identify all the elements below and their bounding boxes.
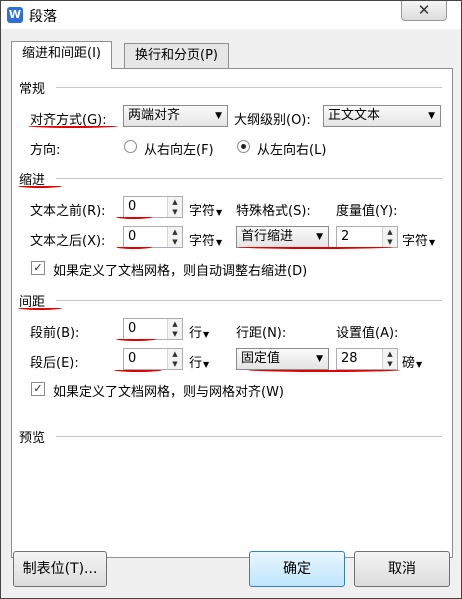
measure-label: 度量值(Y):: [336, 204, 398, 219]
arrow-up-icon[interactable]: ▲: [383, 227, 397, 237]
dropdown-arrow-icon: ▼: [216, 208, 223, 217]
unit-label: 字符: [189, 204, 216, 219]
dialog-title: 段落: [29, 9, 57, 25]
special-format-label: 特殊格式(S):: [236, 204, 311, 219]
setting-value-unit[interactable]: 磅▼: [402, 352, 422, 371]
unit-label: 字符: [189, 234, 216, 249]
setting-value-spinner[interactable]: 28 ▲ ▼: [336, 348, 398, 370]
unit-label: 行: [189, 356, 203, 371]
line-spacing-label: 行距(N):: [236, 326, 287, 341]
direction-label: 方向:: [30, 143, 61, 158]
dropdown-arrow-icon: ▼: [203, 330, 210, 339]
dialog-body: 缩进和间距(I) 换行和分页(P) 常规 对齐方式(G): 两端对齐 ▼ 大纲级…: [2, 29, 461, 598]
arrow-up-icon[interactable]: ▲: [168, 319, 182, 329]
annotation-underline: [248, 368, 400, 372]
spinner-buttons[interactable]: ▲ ▼: [167, 227, 182, 247]
annotation-underline: [238, 245, 393, 249]
indent-after-value: 0: [128, 229, 137, 244]
dropdown-arrow-icon: ▼: [203, 360, 210, 369]
spinner-buttons[interactable]: ▲ ▼: [382, 227, 397, 247]
arrow-down-icon[interactable]: ▼: [168, 237, 182, 247]
line-spacing-value: 固定值: [241, 351, 281, 366]
auto-adjust-checkbox[interactable]: ✓: [31, 261, 45, 275]
rtl-label: 从右向左(F): [144, 143, 214, 158]
ltr-radio[interactable]: [237, 140, 250, 153]
annotation-underline: [18, 306, 62, 310]
wps-writer-icon: W: [7, 7, 23, 23]
indent-before-unit[interactable]: 字符▼: [189, 200, 222, 219]
dropdown-arrow-icon: ▼: [416, 360, 423, 369]
arrow-up-icon[interactable]: ▲: [168, 227, 182, 237]
ok-button[interactable]: 确定: [249, 551, 345, 587]
arrow-up-icon[interactable]: ▲: [168, 197, 182, 207]
annotation-underline: [116, 337, 156, 341]
alignment-select[interactable]: 两端对齐 ▼: [123, 105, 228, 127]
dropdown-arrow-icon: ▼: [429, 238, 436, 247]
unit-label: 行: [189, 326, 203, 341]
section-preview-title: 预览: [19, 431, 46, 446]
cancel-button[interactable]: 取消: [354, 551, 450, 587]
annotation-underline: [18, 184, 62, 188]
arrow-up-icon[interactable]: ▲: [383, 349, 397, 359]
divider: [56, 300, 442, 301]
annotation-underline: [116, 245, 152, 249]
auto-adjust-label: 如果定义了文档网格，则自动调整右缩进(D): [53, 264, 308, 279]
spinner-buttons[interactable]: ▲ ▼: [167, 349, 182, 369]
unit-label: 磅: [402, 356, 416, 371]
snap-grid-label: 如果定义了文档网格，则与网格对齐(W): [53, 385, 284, 400]
alignment-value: 两端对齐: [128, 108, 181, 123]
dropdown-arrow-icon: ▼: [216, 238, 223, 247]
spacing-before-unit[interactable]: 行▼: [189, 322, 209, 341]
outline-level-select[interactable]: 正文文本 ▼: [323, 105, 441, 127]
preview-area: [22, 445, 442, 545]
spinner-buttons[interactable]: ▲ ▼: [167, 319, 182, 339]
unit-label: 字符: [402, 234, 429, 249]
indent-after-label: 文本之后(X):: [30, 234, 106, 249]
chevron-down-icon: ▼: [215, 111, 222, 121]
outline-level-label: 大纲级别(O):: [234, 113, 311, 128]
spacing-after-unit[interactable]: 行▼: [189, 352, 209, 371]
arrow-up-icon[interactable]: ▲: [168, 349, 182, 359]
tab-panel: 常规 对齐方式(G): 两端对齐 ▼ 大纲级别(O): 正文文本 ▼ 方向: 从…: [11, 68, 453, 558]
annotation-underline: [114, 368, 162, 372]
divider: [56, 436, 442, 437]
setting-value: 28: [341, 351, 358, 366]
special-format-value: 首行缩进: [241, 229, 294, 244]
spinner-buttons[interactable]: ▲ ▼: [382, 349, 397, 369]
spacing-after-value: 0: [128, 351, 137, 366]
tab-line-page-breaks[interactable]: 换行和分页(P): [124, 43, 229, 69]
chevron-down-icon: ▼: [428, 111, 435, 121]
annotation-underline: [28, 124, 118, 128]
spinner-buttons[interactable]: ▲ ▼: [167, 197, 182, 217]
close-button[interactable]: ✕: [401, 1, 447, 21]
arrow-down-icon[interactable]: ▼: [168, 359, 182, 369]
indent-after-unit[interactable]: 字符▼: [189, 230, 222, 249]
divider: [56, 178, 442, 179]
measure-value: 2: [341, 229, 350, 244]
rtl-radio[interactable]: [124, 140, 137, 153]
arrow-down-icon[interactable]: ▼: [168, 329, 182, 339]
ltr-label: 从左向右(L): [257, 143, 327, 158]
spacing-after-spinner[interactable]: 0 ▲ ▼: [123, 348, 183, 370]
divider: [56, 87, 442, 88]
indent-before-value: 0: [128, 199, 137, 214]
arrow-down-icon[interactable]: ▼: [168, 207, 182, 217]
line-spacing-select[interactable]: 固定值 ▼: [236, 348, 329, 370]
measure-unit[interactable]: 字符▼: [402, 230, 435, 249]
spacing-before-value: 0: [128, 321, 137, 336]
title-bar: W 段落 ✕: [1, 1, 461, 29]
spacing-after-label: 段后(E):: [30, 356, 79, 371]
chevron-down-icon: ▼: [316, 354, 323, 364]
snap-grid-checkbox[interactable]: ✓: [31, 382, 45, 396]
section-general-title: 常规: [19, 82, 46, 97]
annotation-underline: [116, 215, 152, 219]
setting-value-label: 设置值(A):: [336, 326, 399, 341]
indent-before-label: 文本之前(R):: [30, 204, 106, 219]
chevron-down-icon: ▼: [316, 232, 323, 242]
outline-level-value: 正文文本: [328, 108, 381, 123]
spacing-before-label: 段前(B):: [30, 326, 80, 341]
paragraph-dialog: W 段落 ✕ 缩进和间距(I) 换行和分页(P) 常规 对齐方式(G): 两端对…: [0, 0, 462, 599]
tab-indent-spacing[interactable]: 缩进和间距(I): [11, 41, 112, 69]
tab-stops-button[interactable]: 制表位(T)...: [13, 551, 107, 587]
